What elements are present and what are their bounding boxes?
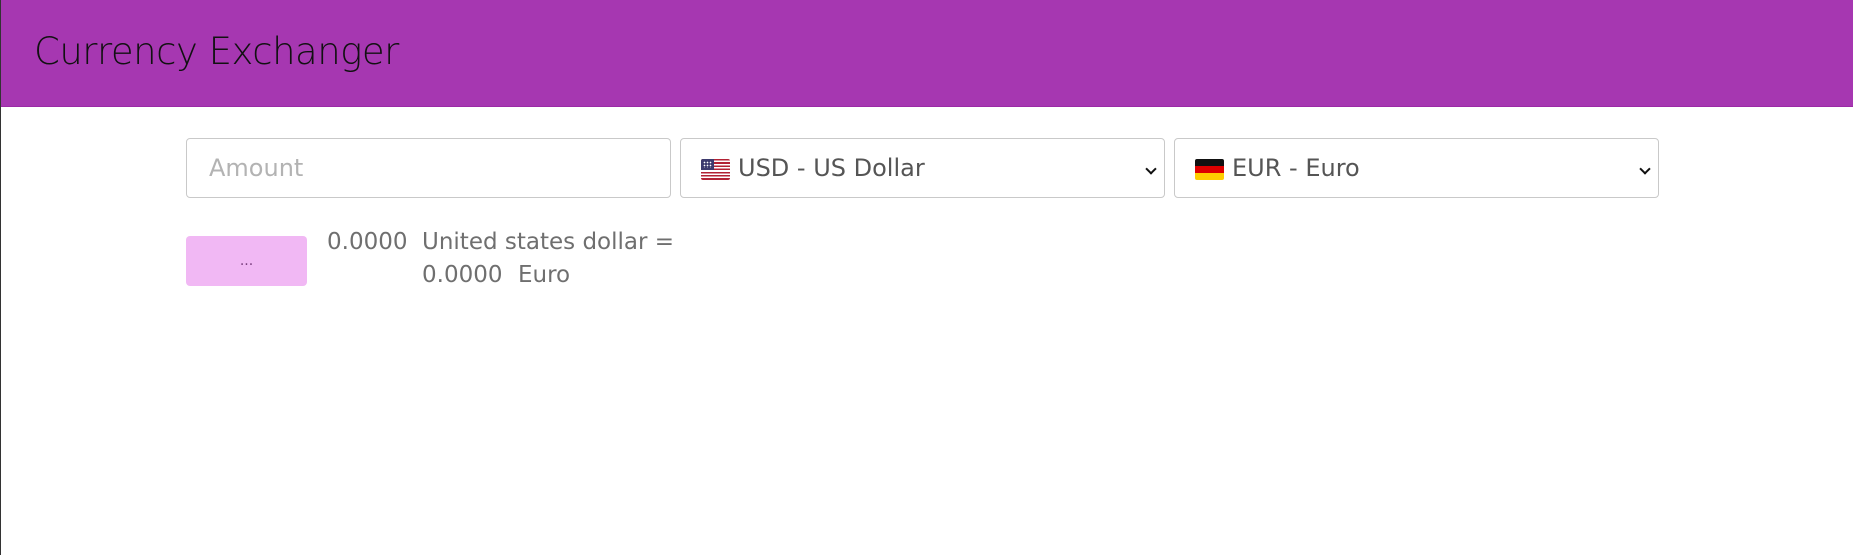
result-from-currency-name: United states dollar = bbox=[422, 229, 675, 255]
us-flag-icon bbox=[701, 159, 730, 180]
app-header: Currency Exchanger bbox=[1, 0, 1853, 107]
chevron-down-icon bbox=[1639, 163, 1651, 175]
result-to-currency-name: Euro bbox=[518, 262, 571, 288]
from-currency-value: USD - US Dollar bbox=[738, 154, 925, 182]
de-flag-icon bbox=[1195, 159, 1224, 180]
amount-field[interactable] bbox=[186, 138, 671, 198]
app-frame: Currency Exchanger USD - US Dollar EUR -… bbox=[0, 0, 1853, 555]
result-from-amount: 0.0000 bbox=[327, 229, 408, 255]
to-currency-select[interactable]: EUR - Euro bbox=[1174, 138, 1659, 198]
app-title: Currency Exchanger bbox=[34, 30, 399, 73]
chevron-down-icon bbox=[1145, 163, 1157, 175]
from-currency-select[interactable]: USD - US Dollar bbox=[680, 138, 1165, 198]
result-to-amount: 0.0000 bbox=[422, 262, 503, 288]
convert-button[interactable]: ... bbox=[186, 236, 307, 286]
to-currency-value: EUR - Euro bbox=[1232, 154, 1360, 182]
amount-input[interactable] bbox=[187, 139, 670, 197]
